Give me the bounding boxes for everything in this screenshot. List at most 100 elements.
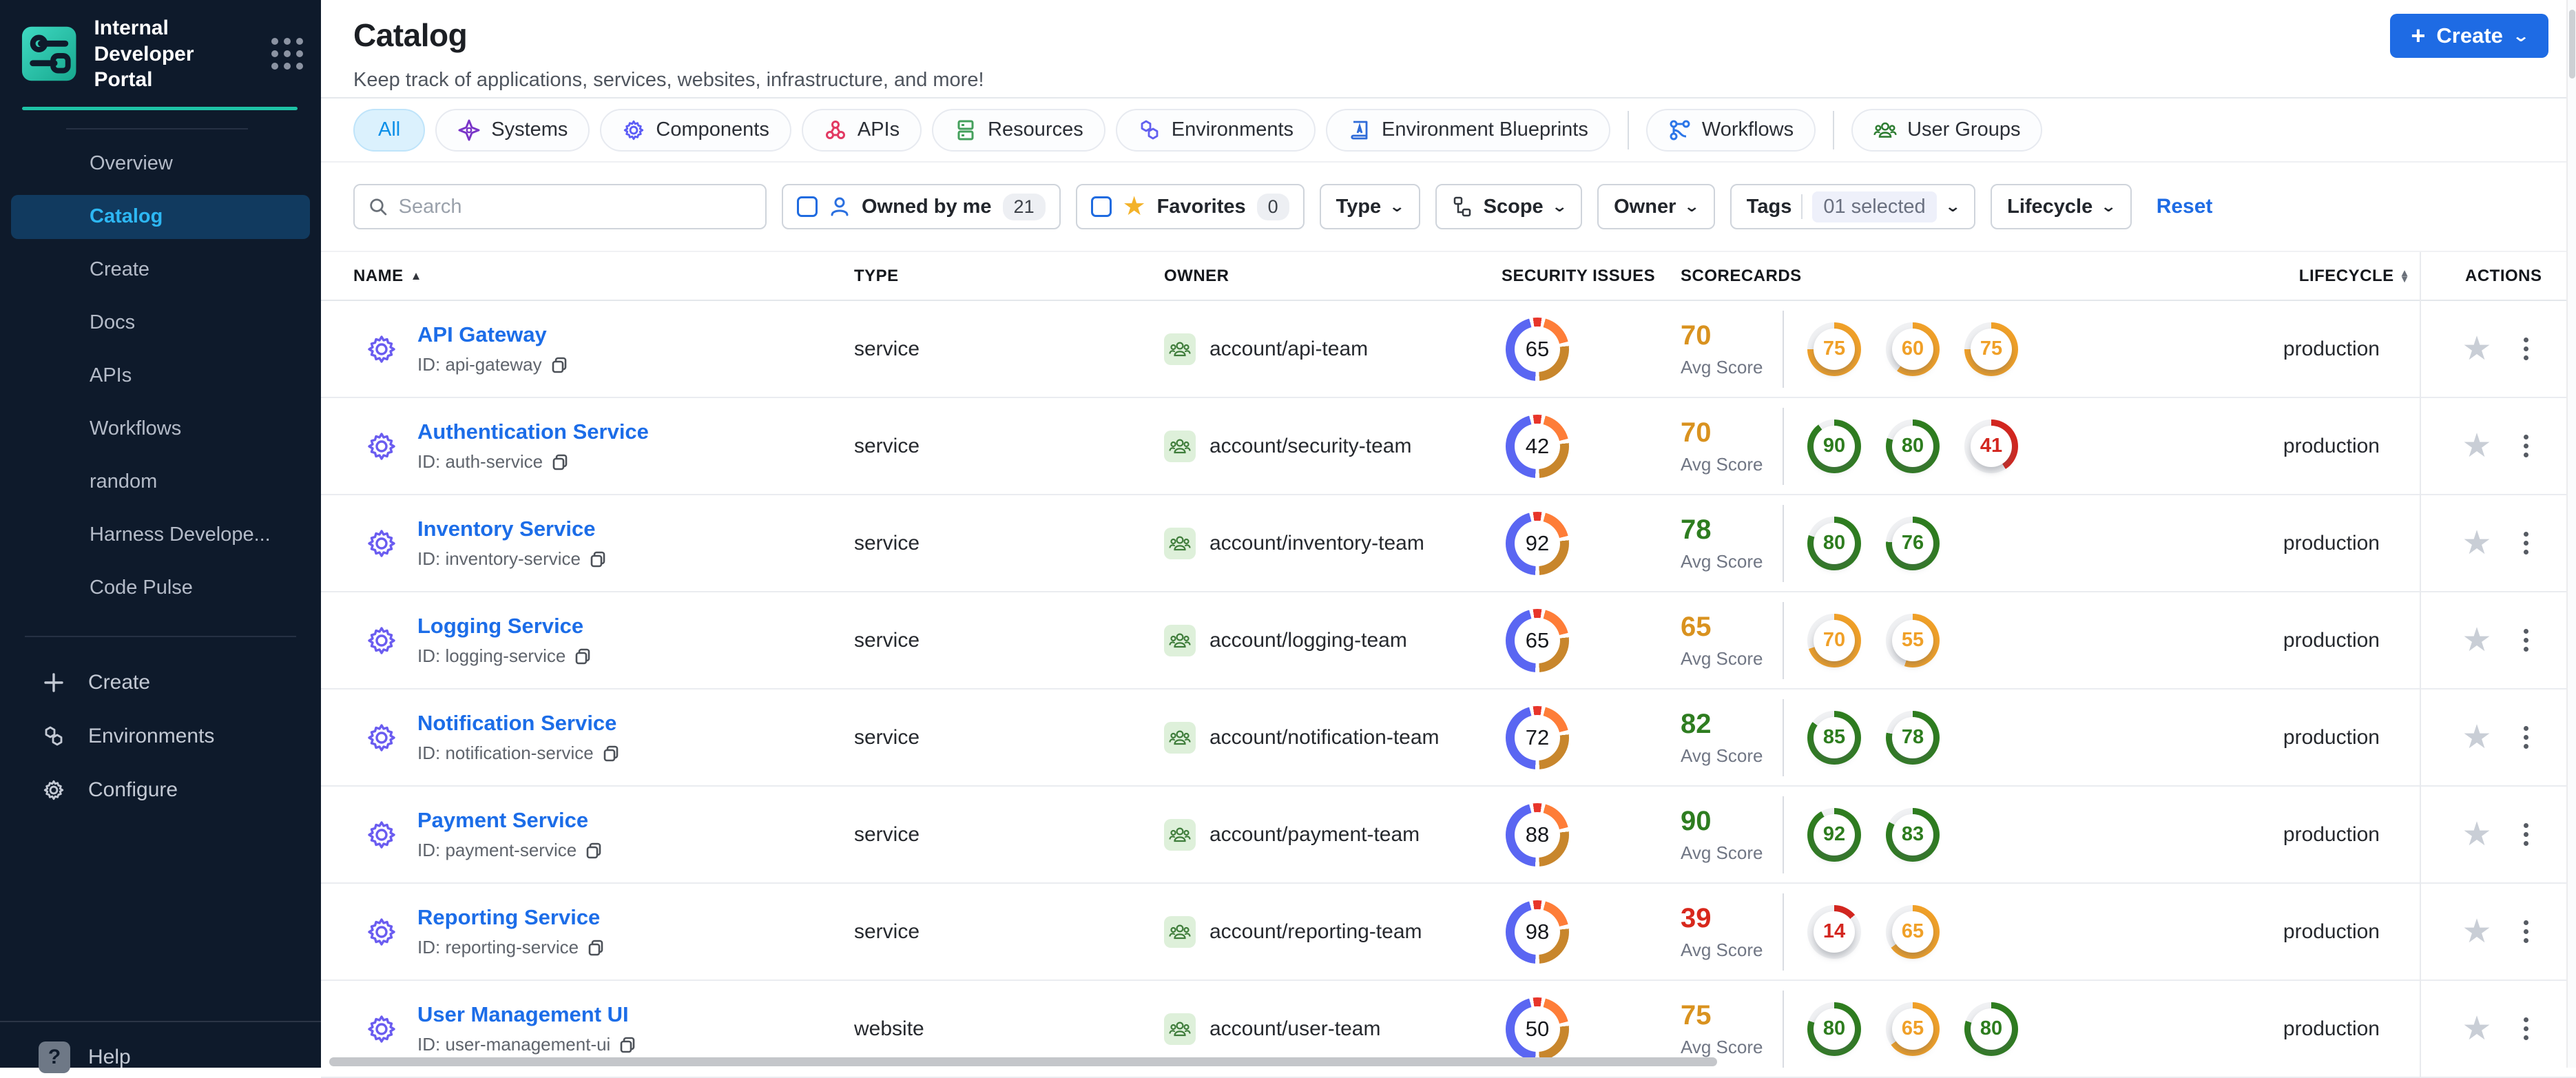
app-grid-icon[interactable] [271,38,303,70]
service-gear-icon [365,1013,398,1046]
chevron-down-icon: ⌄ [1944,198,1961,216]
reset-filters-link[interactable]: Reset [2157,195,2213,218]
favorite-star-icon[interactable]: ★ [2462,624,2491,657]
favorites-count: 0 [1257,194,1289,220]
entity-name-link[interactable]: User Management UI [417,1002,636,1027]
copy-icon[interactable] [619,1036,636,1054]
favorite-star-icon[interactable]: ★ [2462,818,2491,851]
favorite-star-icon[interactable]: ★ [2462,1013,2491,1046]
entity-name-link[interactable]: Reporting Service [417,905,605,930]
lifecycle-dropdown[interactable]: Lifecycle⌄ [1991,184,2132,229]
favorite-star-icon[interactable]: ★ [2462,721,2491,754]
sidebar-item-help[interactable]: ? Help [0,1022,321,1073]
lifecycle-cell: production [2135,338,2420,361]
sidebar-bottom-item-environments[interactable]: Environments [0,709,321,763]
favorite-star-icon[interactable]: ★ [2462,915,2491,949]
bottom-divider [25,636,296,637]
score-divider [1783,602,1784,679]
scorecard-ring: 60 [1886,322,1940,376]
kebab-menu-icon[interactable] [2518,623,2534,657]
sidebar-item-harness-develope-[interactable]: Harness Develope... [11,513,310,557]
sidebar: Internal Developer Portal OverviewCatalo… [0,0,321,1068]
favorites-filter[interactable]: ★ Favorites 0 [1076,184,1305,229]
sidebar-bottom-item-create[interactable]: Create [0,656,321,709]
horizontal-scrollbar-thumb[interactable] [329,1057,1717,1066]
favorite-star-icon[interactable]: ★ [2462,527,2491,560]
kebab-menu-icon[interactable] [2518,332,2534,366]
kebab-menu-icon[interactable] [2518,526,2534,560]
column-header-name[interactable]: NAME▲ [321,267,854,286]
owner-dropdown[interactable]: Owner⌄ [1597,184,1715,229]
tab-workflows[interactable]: Workflows [1646,109,1816,152]
vertical-scrollbar[interactable] [2566,0,2576,1068]
tab-environments[interactable]: Environments [1116,109,1316,152]
kebab-menu-icon[interactable] [2518,818,2534,851]
favorites-checkbox[interactable] [1091,196,1112,217]
tab-apis[interactable]: APIs [802,109,922,152]
security-issues-donut: 42 [1506,415,1569,478]
name-cell: User Management UI ID: user-management-u… [321,1002,854,1055]
sidebar-item-create[interactable]: Create [11,248,310,292]
security-issues-donut: 65 [1506,318,1569,381]
sidebar-item-code-pulse[interactable]: Code Pulse [11,566,310,610]
favorite-star-icon[interactable]: ★ [2462,333,2491,366]
service-gear-icon [365,721,398,754]
vertical-scrollbar-thumb[interactable] [2569,10,2575,79]
owned-by-me-filter[interactable]: Owned by me 21 [782,184,1061,229]
lifecycle-cell: production [2135,629,2420,652]
type-cell: service [854,435,1164,458]
team-icon [1164,1013,1196,1045]
entity-name-link[interactable]: Payment Service [417,808,603,833]
avg-score-caption: Avg Score [1681,648,1783,670]
scorecards-cell: 70Avg Score 756075 [1681,311,2135,388]
security-cell: 98 [1502,900,1681,964]
entity-name-link[interactable]: API Gateway [417,322,568,347]
sidebar-item-apis[interactable]: APIs [11,354,310,398]
tab-components[interactable]: Components [600,109,791,152]
tab-systems[interactable]: Systems [435,109,590,152]
help-label: Help [88,1046,131,1069]
scorecard-ring: 80 [1807,1002,1861,1056]
owned-by-me-checkbox[interactable] [797,196,818,217]
sort-icon: ▲▼ [2400,270,2410,282]
service-gear-icon [365,527,398,560]
tab-environment-blueprints[interactable]: Environment Blueprints [1326,109,1610,152]
search-box[interactable] [353,184,767,229]
tab-resources[interactable]: Resources [932,109,1105,152]
sidebar-item-catalog[interactable]: Catalog [11,195,310,239]
copy-icon[interactable] [551,453,569,471]
type-dropdown[interactable]: Type⌄ [1320,184,1420,229]
entity-name-link[interactable]: Inventory Service [417,517,607,541]
sidebar-item-workflows[interactable]: Workflows [11,407,310,451]
table-row: Inventory Service ID: inventory-service … [321,495,2576,592]
copy-icon[interactable] [589,550,607,568]
tab-all[interactable]: All [353,109,425,152]
kebab-menu-icon[interactable] [2518,721,2534,754]
kebab-menu-icon[interactable] [2518,1012,2534,1046]
tags-dropdown[interactable]: Tags 01 selected ⌄ [1730,184,1975,229]
column-header-owner: OWNER [1164,267,1502,286]
copy-icon[interactable] [587,939,605,957]
column-header-lifecycle[interactable]: LIFECYCLE ▲▼ [2135,267,2420,286]
copy-icon[interactable] [602,745,620,763]
sidebar-item-overview[interactable]: Overview [11,142,310,186]
kebab-menu-icon[interactable] [2518,915,2534,949]
page-title: Catalog [353,17,2576,54]
favorite-star-icon[interactable]: ★ [2462,430,2491,463]
kebab-menu-icon[interactable] [2518,429,2534,463]
search-input[interactable] [399,196,751,218]
scorecard-rings: 806580 [1807,1002,2043,1056]
sidebar-bottom-item-configure[interactable]: Configure [0,763,321,817]
create-button[interactable]: + Create ⌄ [2390,14,2548,58]
sidebar-item-docs[interactable]: Docs [11,301,310,345]
entity-name-link[interactable]: Logging Service [417,614,592,639]
copy-icon[interactable] [550,356,568,374]
tab-user-groups[interactable]: User Groups [1851,109,2042,152]
sidebar-item-random[interactable]: random [11,460,310,504]
entity-name-link[interactable]: Authentication Service [417,419,649,444]
actions-cell: ★ [2420,301,2576,397]
entity-name-link[interactable]: Notification Service [417,711,620,736]
copy-icon[interactable] [585,842,603,860]
copy-icon[interactable] [574,647,592,665]
scope-dropdown[interactable]: Scope⌄ [1435,184,1582,229]
